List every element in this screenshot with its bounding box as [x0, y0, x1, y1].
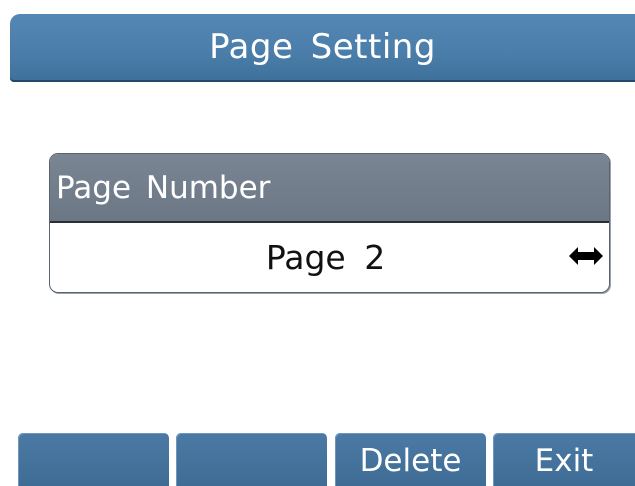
softkey-2[interactable]	[176, 433, 327, 486]
exit-button-label: Exit	[534, 442, 594, 479]
page-title: Page Setting	[209, 27, 436, 67]
field-value: Page 2	[265, 238, 386, 277]
page-number-selector[interactable]: Page 2	[50, 223, 609, 292]
exit-button[interactable]: Exit	[493, 433, 635, 486]
title-bar: Page Setting	[10, 14, 635, 82]
page-number-field[interactable]: Page Number Page 2	[49, 153, 610, 293]
softkey-1[interactable]	[18, 433, 169, 486]
softkey-bar: Delete Exit	[0, 433, 635, 486]
left-right-arrow-icon[interactable]	[569, 247, 603, 265]
field-label: Page Number	[56, 169, 271, 206]
delete-button-label: Delete	[359, 442, 462, 479]
field-label-row: Page Number	[50, 154, 609, 223]
delete-button[interactable]: Delete	[335, 433, 486, 486]
